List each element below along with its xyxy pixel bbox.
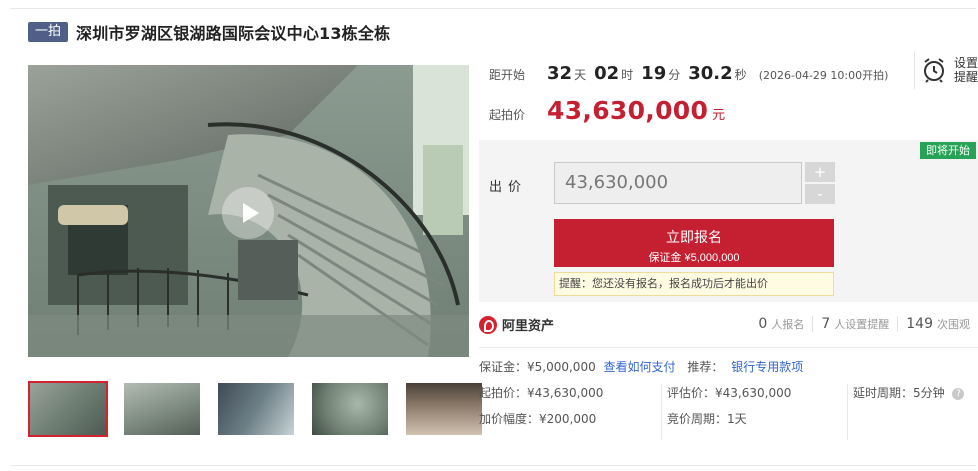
divider: [661, 384, 662, 440]
start-price-unit: 元: [712, 108, 726, 123]
countdown-seconds-unit: 秒: [734, 68, 747, 82]
bank-fund-link[interactable]: 银行专用款项: [731, 360, 803, 374]
recommend-label: 推荐：: [687, 360, 724, 374]
countdown-hours-unit: 时: [621, 68, 634, 82]
bid-stepper: + -: [805, 162, 835, 206]
countdown-hours: 02: [594, 63, 620, 84]
cycle-info: 竞价周期：1天: [667, 412, 747, 426]
deposit-label: 保证金 ¥5,000,000: [648, 252, 740, 264]
appraisal-info: 评估价：¥43,630,000: [667, 386, 792, 400]
countdown-minutes: 19: [641, 63, 667, 84]
thumbnail-strip: [28, 381, 498, 437]
thumbnail-5[interactable]: [404, 381, 484, 437]
decrease-bid-button[interactable]: -: [805, 184, 835, 204]
set-reminder-label: 设置提醒: [953, 56, 978, 84]
view-count: 149: [906, 316, 933, 332]
countdown-days-unit: 天: [574, 68, 587, 82]
countdown-minutes-unit: 分: [668, 68, 681, 82]
increment-info: 加价幅度：¥200,000: [479, 412, 597, 426]
signup-count: 0: [758, 316, 768, 332]
thumbnail-1[interactable]: [28, 381, 108, 437]
help-icon[interactable]: ?: [952, 387, 965, 400]
set-reminder-button[interactable]: 设置提醒: [914, 51, 978, 89]
platform-row: 阿里资产 0 人报名 7 人设置提醒 149 次围观: [479, 302, 978, 348]
view-label: 次围观: [937, 318, 970, 331]
deposit-row: 保证金：¥5,000,000 查看如何支付 推荐： 银行专用款项: [479, 358, 803, 375]
how-to-pay-link[interactable]: 查看如何支付: [604, 360, 676, 374]
ali-logo-icon: [479, 315, 497, 334]
play-video-button[interactable]: [222, 187, 274, 239]
alarm-clock-icon: [924, 58, 944, 83]
page-title: 深圳市罗湖区银湖路国际会议中心13栋全栋: [76, 24, 391, 43]
status-badge: 即将开始: [920, 142, 976, 159]
platform-logo: 阿里资产: [479, 315, 554, 334]
start-price-info: 起拍价：¥43,630,000: [479, 386, 604, 400]
platform-name: 阿里资产: [502, 319, 555, 334]
thumbnail-3[interactable]: [216, 381, 296, 437]
start-time: (2026-04-29 10:00开拍): [758, 69, 889, 82]
increase-bid-button[interactable]: +: [805, 162, 835, 182]
start-price-value: 43,630,000: [547, 96, 709, 125]
countdown-days: 32: [547, 63, 573, 84]
auction-type-tag: 一拍: [28, 22, 69, 42]
reminder-count: 7: [821, 316, 831, 332]
thumbnail-2[interactable]: [122, 381, 202, 437]
bid-area: 即将开始 出价 43,630,000 + - 立即报名 保证金 ¥5,000,0…: [479, 140, 978, 302]
countdown-label: 距开始: [489, 68, 526, 82]
thumbnail-4[interactable]: [310, 381, 390, 437]
main-photo[interactable]: [28, 65, 469, 357]
delay-text: 延时周期：5分钟: [853, 386, 945, 400]
registration-notice: 提醒：您还没有报名，报名成功后才能出价: [554, 272, 834, 296]
bid-amount-input[interactable]: 43,630,000: [554, 162, 802, 204]
countdown-seconds: 30.2: [688, 63, 733, 84]
apply-now-label: 立即报名: [666, 229, 722, 245]
deposit-info: 保证金：¥5,000,000: [479, 360, 596, 374]
start-price-label: 起拍价: [489, 108, 526, 122]
start-price-row: 起拍价 43,630,000 元: [489, 96, 725, 125]
title-row: 一拍 深圳市罗湖区银湖路国际会议中心13栋全栋: [28, 20, 390, 44]
apply-now-button[interactable]: 立即报名 保证金 ¥5,000,000: [554, 219, 834, 267]
bid-label: 出价: [489, 180, 528, 195]
signup-label: 人报名: [771, 316, 814, 332]
stats: 0 人报名 7 人设置提醒 149 次围观: [750, 316, 970, 332]
reminder-label: 人设置提醒: [834, 316, 899, 332]
countdown: 距开始 32 天 02 时 19 分 30.2 秒 (2026-04-29 10…: [489, 63, 888, 84]
divider: [847, 384, 848, 440]
delay-info: 延时周期：5分钟 ?: [853, 384, 965, 401]
